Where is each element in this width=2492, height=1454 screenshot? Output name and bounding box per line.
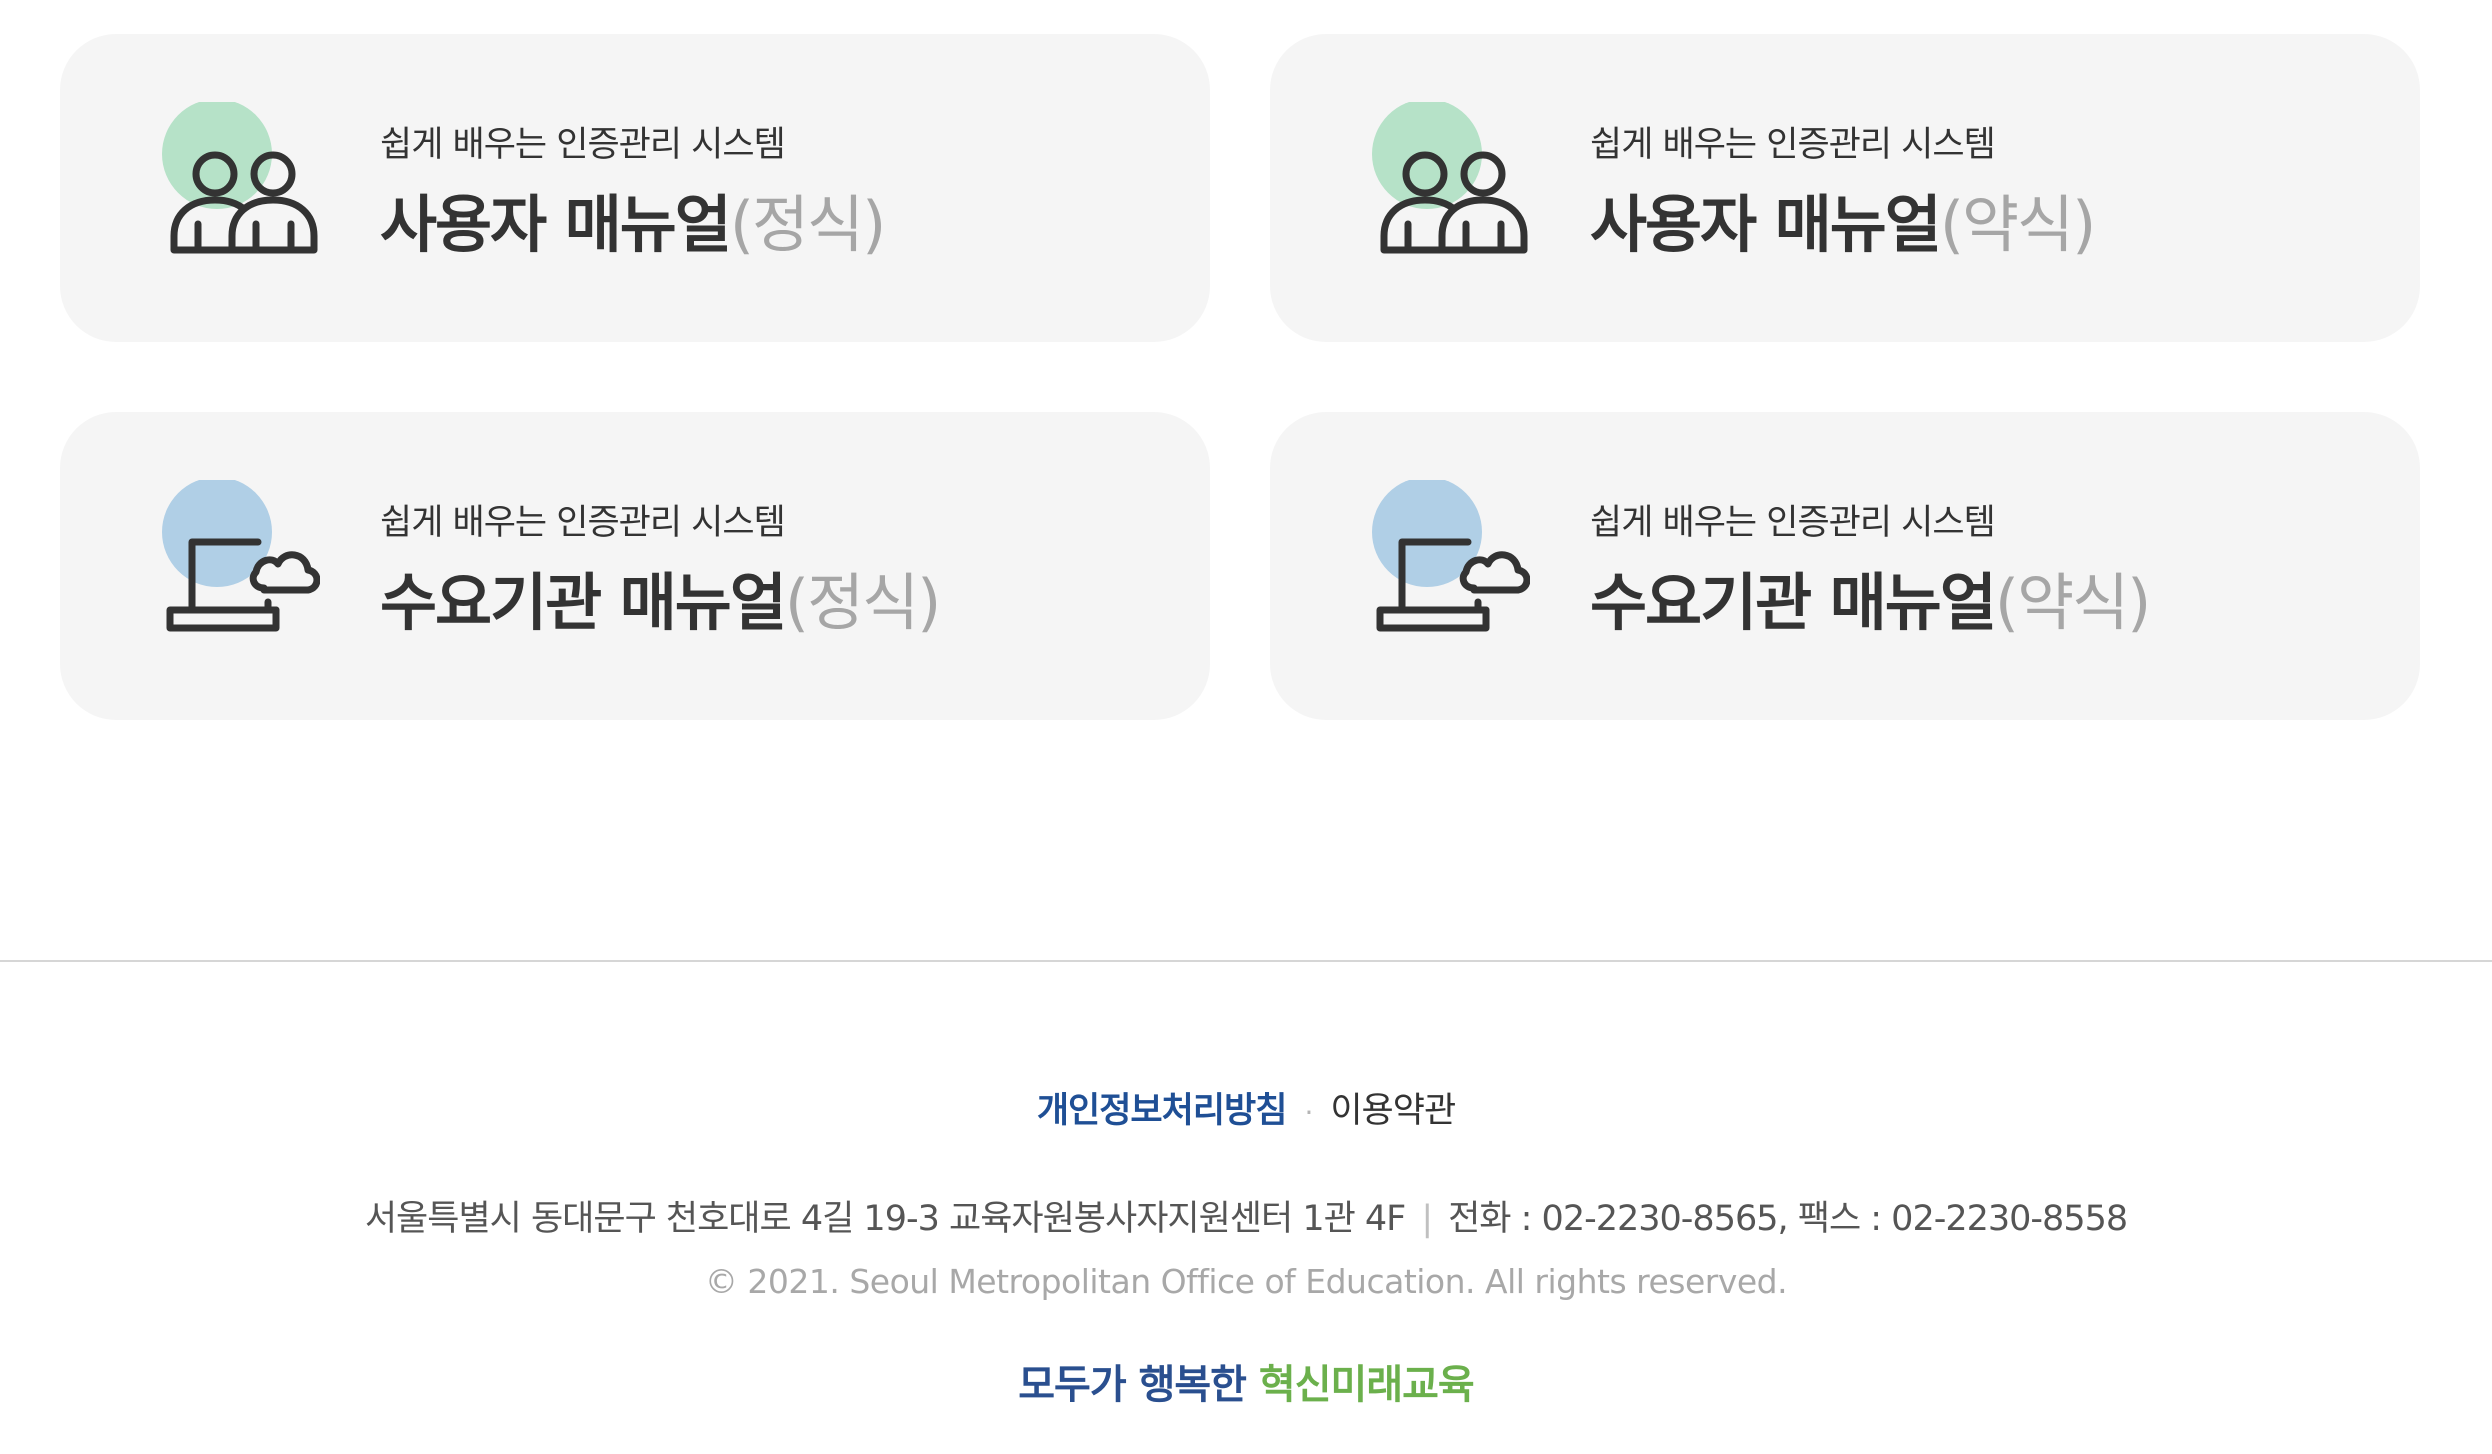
card-agency-manual-full[interactable]: 쉽게 배우는 인증관리 시스템 수요기관 매뉴얼(정식)	[60, 412, 1210, 720]
card-title-suffix: (약식)	[1994, 566, 2151, 639]
card-title-main: 사용자 매뉴얼	[380, 188, 732, 261]
copyright: © 2021. Seoul Metropolitan Office of Edu…	[704, 1262, 1788, 1301]
card-user-manual-full[interactable]: 쉽게 배우는 인증관리 시스템 사용자 매뉴얼(정식)	[60, 34, 1210, 342]
laptop-cloud-icon	[1370, 480, 1530, 640]
page: 쉽게 배우는 인증관리 시스템 사용자 매뉴얼(정식) 쉽게 배우는 인증관리 …	[0, 0, 2492, 1454]
footer-links: 개인정보처리방침 · 이용약관	[0, 1082, 2492, 1133]
card-user-manual-short[interactable]: 쉽게 배우는 인증관리 시스템 사용자 매뉴얼(약식)	[1270, 34, 2420, 342]
terms-of-use-link[interactable]: 이용약관	[1330, 1091, 1456, 1131]
footer-address-line: 서울특별시 동대문구 천호대로 4길 19-3 교육자원봉사자지원센터 1관 4…	[0, 1190, 2492, 1241]
link-separator: ·	[1304, 1095, 1313, 1129]
slogan-part2: 혁신미래교육	[1258, 1362, 1475, 1408]
card-title: 수요기관 매뉴얼(정식)	[380, 552, 941, 642]
card-agency-manual-short[interactable]: 쉽게 배우는 인증관리 시스템 수요기관 매뉴얼(약식)	[1270, 412, 2420, 720]
card-title-suffix: (정식)	[729, 188, 886, 261]
card-title: 수요기관 매뉴얼(약식)	[1590, 552, 2151, 642]
address: 서울특별시 동대문구 천호대로 4길 19-3 교육자원봉사자지원센터 1관 4…	[364, 1199, 1406, 1239]
card-title: 사용자 매뉴얼(정식)	[380, 174, 886, 264]
slogan-part1: 모두가 행복한	[1018, 1362, 1247, 1408]
card-title-suffix: (정식)	[784, 566, 941, 639]
people-icon	[1370, 102, 1530, 262]
card-subtitle: 쉽게 배우는 인증관리 시스템	[1590, 125, 1996, 165]
footer-slogan: 모두가 행복한 혁신미래교육	[0, 1352, 2492, 1410]
card-title-main: 수요기관 매뉴얼	[1590, 566, 1997, 639]
footer-divider	[0, 960, 2492, 962]
card-subtitle: 쉽게 배우는 인증관리 시스템	[380, 125, 786, 165]
laptop-cloud-icon	[160, 480, 320, 640]
card-title-main: 사용자 매뉴얼	[1590, 188, 1942, 261]
card-title-suffix: (약식)	[1939, 188, 2096, 261]
card-title: 사용자 매뉴얼(약식)	[1590, 174, 2096, 264]
contact-info: 전화 : 02-2230-8565, 팩스 : 02-2230-8558	[1448, 1199, 2128, 1239]
card-subtitle: 쉽게 배우는 인증관리 시스템	[380, 503, 786, 543]
people-icon	[160, 102, 320, 262]
card-subtitle: 쉽게 배우는 인증관리 시스템	[1590, 503, 1996, 543]
address-separator: |	[1421, 1199, 1433, 1239]
privacy-policy-link[interactable]: 개인정보처리방침	[1037, 1091, 1288, 1131]
card-title-main: 수요기관 매뉴얼	[380, 566, 787, 639]
